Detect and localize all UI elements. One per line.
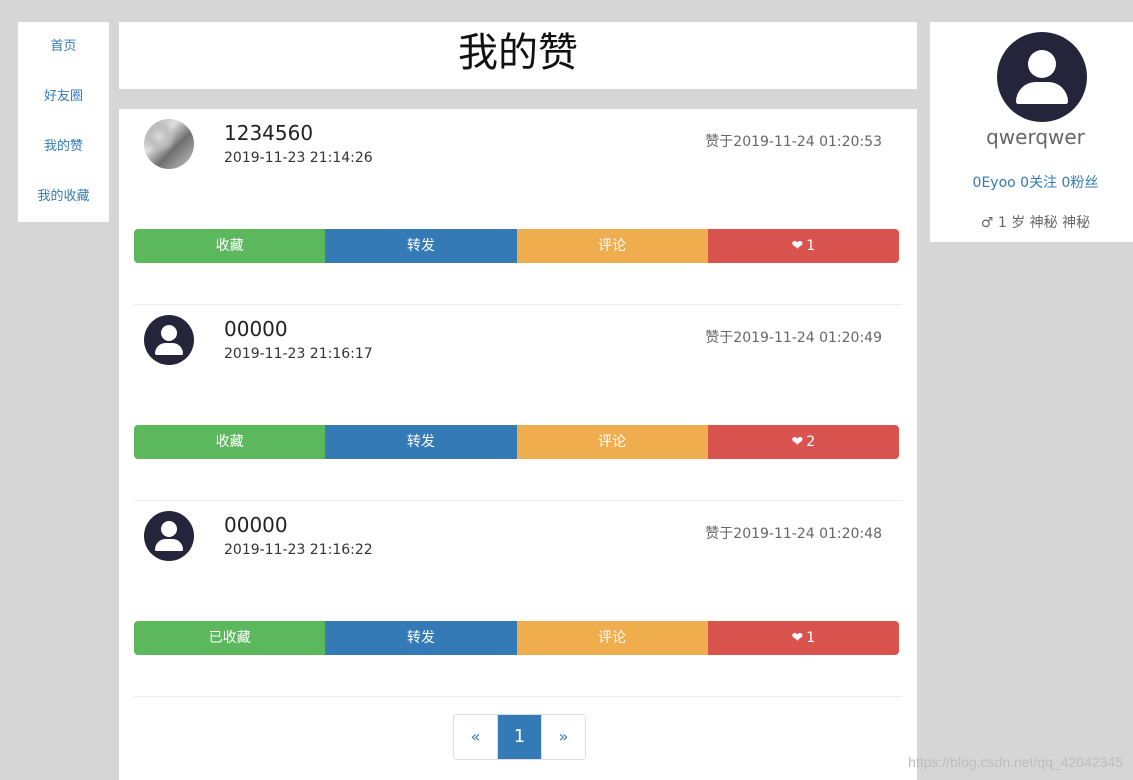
comment-button[interactable]: 评论 <box>516 229 708 263</box>
list-item: 00000 2019-11-23 21:16:17 赞于2019-11-24 0… <box>134 305 902 501</box>
like-button[interactable]: ❤ 1 <box>707 621 899 655</box>
list-item: 00000 2019-11-23 21:16:22 赞于2019-11-24 0… <box>134 501 902 697</box>
post-author[interactable]: 00000 <box>224 317 288 341</box>
forward-button[interactable]: 转发 <box>325 229 517 263</box>
like-button[interactable]: ❤ 1 <box>707 229 899 263</box>
page-header: 我的赞 <box>119 22 917 89</box>
nav-home[interactable]: 首页 <box>18 22 109 72</box>
like-count: 1 <box>806 238 816 254</box>
liked-posts-list: 1234560 2019-11-23 21:14:26 赞于2019-11-24… <box>119 109 917 780</box>
avatar[interactable] <box>144 511 194 561</box>
nav-my-favorites[interactable]: 我的收藏 <box>18 172 109 222</box>
list-item: 1234560 2019-11-23 21:14:26 赞于2019-11-24… <box>134 109 902 305</box>
page-title: 我的赞 <box>458 30 578 76</box>
nav-friends-circle[interactable]: 好友圈 <box>18 72 109 122</box>
post-author[interactable]: 1234560 <box>224 121 313 145</box>
post-action-bar: 已收藏 转发 评论 ❤ 1 <box>134 621 899 655</box>
liked-time: 赞于2019-11-24 01:20:49 <box>705 330 882 346</box>
like-button[interactable]: ❤ 2 <box>707 425 899 459</box>
profile-username: qwerqwer <box>986 125 1085 149</box>
avatar[interactable] <box>144 119 194 169</box>
forward-button[interactable]: 转发 <box>325 621 517 655</box>
favorite-button[interactable]: 收藏 <box>134 425 326 459</box>
post-date: 2019-11-23 21:16:22 <box>224 542 373 558</box>
post-author[interactable]: 00000 <box>224 513 288 537</box>
profile-avatar[interactable] <box>997 32 1087 122</box>
page-1-button[interactable]: 1 <box>497 715 541 759</box>
post-date: 2019-11-23 21:16:17 <box>224 346 373 362</box>
favorite-button[interactable]: 已收藏 <box>134 621 326 655</box>
heart-icon: ❤ <box>791 630 804 646</box>
liked-time: 赞于2019-11-24 01:20:48 <box>705 526 882 542</box>
like-count: 2 <box>806 434 816 450</box>
post-date: 2019-11-23 21:14:26 <box>224 150 373 166</box>
post-action-bar: 收藏 转发 评论 ❤ 2 <box>134 425 899 459</box>
nav-my-likes[interactable]: 我的赞 <box>18 122 109 172</box>
prev-page-button[interactable]: « <box>454 715 497 759</box>
profile-card: qwerqwer 0Eyoo 0关注 0粉丝 ♂ 1 岁 神秘 神秘 <box>930 22 1133 242</box>
heart-icon: ❤ <box>791 238 804 254</box>
like-count: 1 <box>806 630 816 646</box>
post-action-bar: 收藏 转发 评论 ❤ 1 <box>134 229 899 263</box>
sidebar-nav: 首页 好友圈 我的赞 我的收藏 <box>18 22 109 222</box>
avatar[interactable] <box>144 315 194 365</box>
forward-button[interactable]: 转发 <box>325 425 517 459</box>
comment-button[interactable]: 评论 <box>516 425 708 459</box>
liked-time: 赞于2019-11-24 01:20:53 <box>705 134 882 150</box>
pagination: « 1 » <box>453 714 586 760</box>
profile-stats[interactable]: 0Eyoo 0关注 0粉丝 <box>930 172 1133 192</box>
profile-info: ♂ 1 岁 神秘 神秘 <box>980 215 1091 231</box>
next-page-button[interactable]: » <box>541 715 585 759</box>
comment-button[interactable]: 评论 <box>516 621 708 655</box>
watermark: https://blog.csdn.net/qq_42042345 <box>908 754 1123 770</box>
heart-icon: ❤ <box>791 434 804 450</box>
favorite-button[interactable]: 收藏 <box>134 229 326 263</box>
